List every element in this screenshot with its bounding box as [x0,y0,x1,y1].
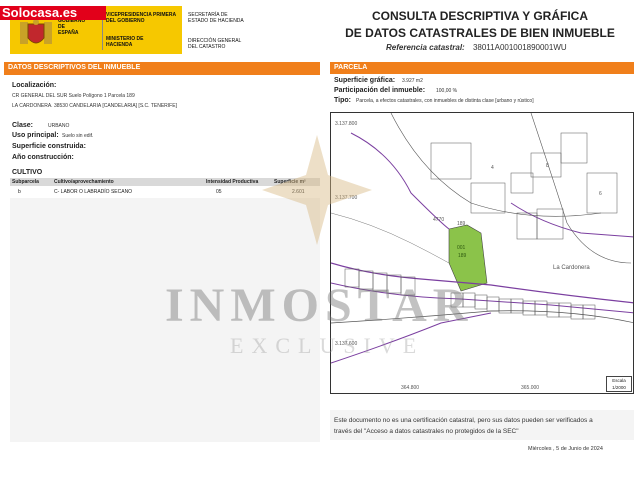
area-label-4770: 4770 [433,217,445,223]
title-line-1: CONSULTA DESCRIPTIVA Y GRÁFICA [371,9,588,23]
superficie-grafica-value: 3.927 m2 [402,78,423,84]
participacion-value: 100,00 % [436,88,458,94]
watermark-star-icon [262,135,372,245]
parcel-label-001: 001 [457,245,466,251]
road-north [390,113,602,217]
map-scale: Escala 1/2000 [606,376,632,392]
coat-of-arms-icon [20,19,52,44]
place-la-cardonera: La Cardonera [553,265,590,271]
document-header: GOBIERNO DE ESPAÑA VICEPRESIDENCIA PRIME… [0,0,640,58]
ref-label: Referencia catastral: [386,43,465,52]
coord-x2: 365.000 [521,385,540,391]
area-label-189: 189 [457,221,466,227]
road-east [530,113,632,264]
solocasa-badge: Solocasa.es [0,6,106,20]
localizacion-line-2: LA CARDONERA. 38530 CANDELARIA [CANDELAR… [12,103,177,109]
scale-value: 1/2000 [612,385,626,390]
ref-value: 38011A001001890001WU [472,43,567,52]
th-subparcela: Subparcela [12,179,39,185]
disclaimer-box: Este documento no es una certificación c… [330,410,634,440]
disclaimer-line-1: Este documento no es una certificación c… [334,417,593,424]
area-label-6: 6 [599,191,602,197]
referencia-catastral: Referencia catastral: 38011A001001890001… [386,43,567,52]
tipo-label: Tipo: [334,97,351,104]
td-intensidad: 05 [216,189,222,195]
title-line-2: DE DATOS CATASTRALES DE BIEN INMUEBLE [345,26,615,40]
td-cultivo: C- LABOR O LABRADÍO SECANO [54,189,133,195]
document-date: Miércoles , 5 de Junio de 2024 [528,446,603,452]
descriptive-data-panel: Localización: CR GENERAL DEL SUR Suelo P… [10,74,320,442]
anio-construccion-label: Año construcción: [12,154,74,161]
td-subparcela: b [18,189,21,195]
tipo-value: Parcela, a efectos catastrales, con inmu… [356,98,534,104]
watermark-sub: EXCLUSIVE [230,333,425,358]
ministerio-text: MINISTERIO DE HACIENDA [106,36,144,48]
superficie-grafica-label: Superficie gráfica: [334,77,396,84]
participacion-label: Participación del inmueble: [334,87,426,94]
secretaria-text: SECRETARÍA DE ESTADO DE HACIENDA [188,12,244,24]
clase-label: Clase: [12,122,34,129]
cultivo-label: CULTIVO [12,169,43,176]
direccion-text: DIRECCIÓN GENERAL DEL CATASTRO [188,38,242,50]
localizacion-label: Localización: [12,82,57,89]
area-label-8: 8 [546,163,549,169]
uso-label: Uso principal: [12,132,59,139]
clase-value: URBANO [48,123,70,129]
superficie-construida-label: Superficie construida: [12,143,86,150]
th-cultivo: Cultivo/aprovechamiento [54,179,114,185]
area-label-4: 4 [491,165,494,171]
section-bar-parcela: PARCELA [330,62,634,74]
vicepresidencia-text: VICEPRESIDENCIA PRIMERA DEL GOBIERNO [106,12,176,24]
localizacion-line-1: CR GENERAL DEL SUR Suelo Polígono 1 Parc… [12,93,135,99]
uso-value: Suelo sin edif. [62,133,94,139]
page-title: CONSULTA DESCRIPTIVA Y GRÁFICA DE DATOS … [330,8,630,42]
parcel-label-189: 189 [458,253,467,259]
scale-label: Escala [612,378,626,383]
section-bar-descriptivos: DATOS DESCRIPTIVOS DEL INMUEBLE [4,62,320,74]
disclaimer-line-2: través del "Acceso a datos catastrales n… [334,428,519,435]
watermark-main: INMOSTAR [165,279,474,332]
purple-boundary-5 [510,202,633,238]
coord-x1: 364.800 [401,385,420,391]
coord-y1: 3.137.800 [335,121,358,127]
th-intensidad: Intensidad Productiva [206,179,259,185]
gobierno-text: GOBIERNO DE ESPAÑA [58,18,86,36]
